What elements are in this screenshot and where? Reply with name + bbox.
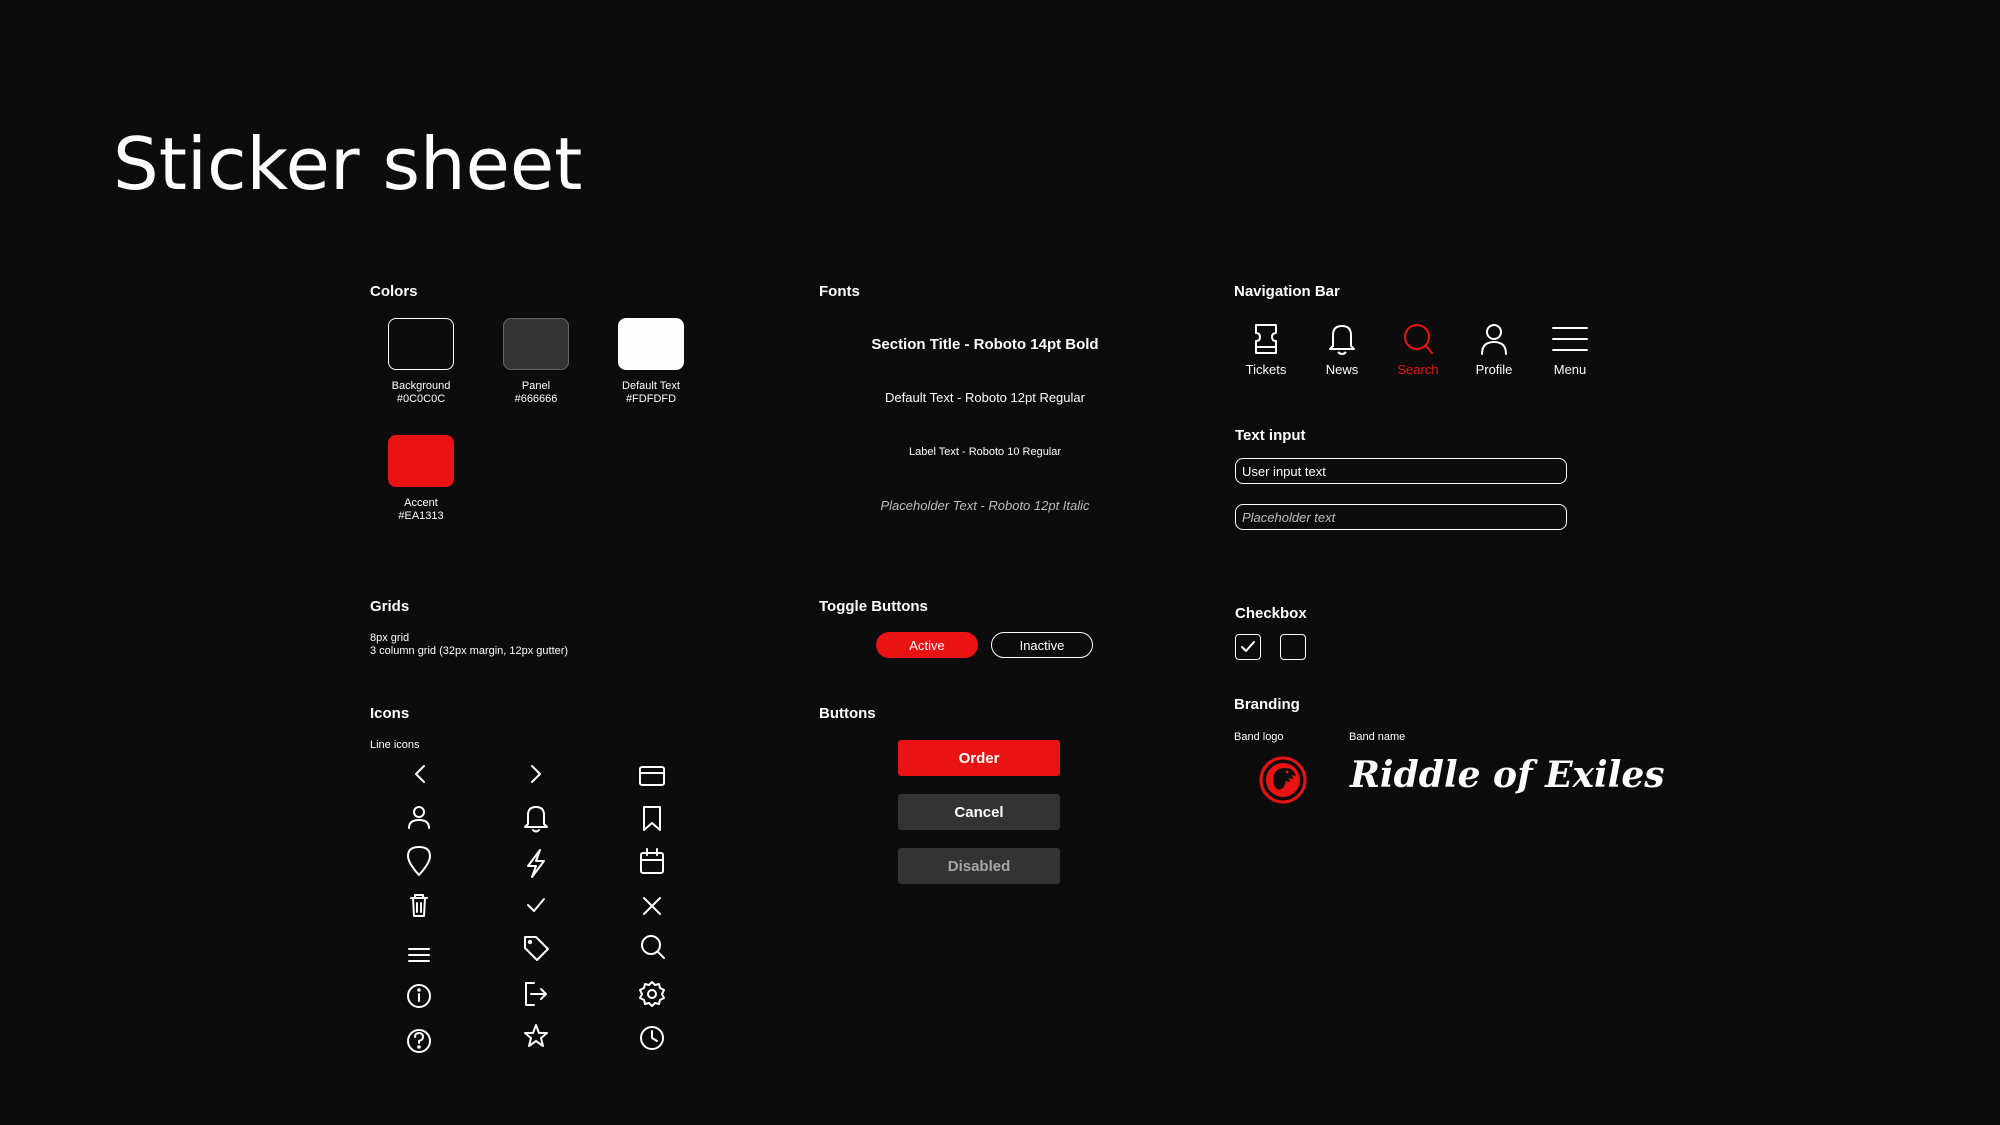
- branding-section-title: Branding: [1234, 696, 1300, 713]
- user-icon: [408, 806, 430, 829]
- cancel-button[interactable]: Cancel: [898, 794, 1060, 830]
- order-button[interactable]: Order: [898, 740, 1060, 776]
- band-name: Riddle of Exiles: [1350, 754, 1665, 796]
- bell-icon: [524, 806, 548, 833]
- search-icon: [641, 935, 665, 959]
- grids-section-title: Grids: [370, 598, 410, 615]
- nav-item-news[interactable]: News: [1310, 322, 1374, 377]
- nav-label-search: Search: [1397, 362, 1439, 377]
- text-input-placeholder[interactable]: [1235, 504, 1567, 530]
- swatch-panel: [503, 318, 569, 370]
- nav-item-tickets[interactable]: Tickets: [1234, 322, 1298, 377]
- disabled-button: Disabled: [898, 848, 1060, 884]
- checkbox-section-title: Checkbox: [1235, 605, 1307, 622]
- font-sample-section-title: Section Title - Roboto 14pt Bold: [871, 336, 1099, 353]
- colors-section-title: Colors: [370, 283, 418, 300]
- credit-card-icon: [639, 766, 665, 786]
- band-logo-label: Band logo: [1234, 731, 1284, 743]
- swatch-default-text: [618, 318, 684, 370]
- checkbox-unchecked[interactable]: [1280, 634, 1306, 660]
- band-logo: [1259, 756, 1307, 804]
- swatch-background-label: Background #0C0C0C: [391, 380, 451, 405]
- swatch-accent-label: Accent #EA1313: [398, 497, 444, 522]
- toggle-active[interactable]: Active: [876, 632, 978, 658]
- nav-item-menu[interactable]: Menu: [1538, 322, 1602, 377]
- toggle-buttons-section-title: Toggle Buttons: [819, 598, 928, 615]
- user-icon: [1481, 324, 1507, 355]
- bell-icon: [1329, 325, 1355, 355]
- font-sample-placeholder-text: Placeholder Text - Roboto 12pt Italic: [880, 498, 1090, 513]
- nav-item-profile[interactable]: Profile: [1462, 322, 1526, 377]
- buttons-section-title: Buttons: [819, 705, 876, 722]
- icon-grid: [407, 765, 665, 1053]
- swatch-panel-label: Panel #666666: [514, 380, 558, 405]
- info-icon: [407, 984, 431, 1008]
- search-icon: [1404, 324, 1433, 354]
- font-sample-default-text: Default Text - Roboto 12pt Regular: [885, 390, 1085, 405]
- chevron-left-icon: [415, 765, 425, 783]
- tag-icon: [524, 936, 549, 961]
- logout-icon: [525, 982, 547, 1006]
- band-name-label: Band name: [1349, 731, 1406, 743]
- ticket-icon: [1255, 324, 1277, 354]
- nav-label-news: News: [1325, 362, 1359, 377]
- grids-line-1: 8px grid: [370, 632, 410, 644]
- nav-item-search[interactable]: Search: [1386, 322, 1450, 377]
- help-icon: [407, 1029, 431, 1053]
- star-icon: [524, 1024, 548, 1047]
- swatch-default-text-label: Default Text #FDFDFD: [622, 380, 680, 405]
- fonts-section-title: Fonts: [819, 283, 860, 300]
- gear-icon: [639, 981, 665, 1007]
- font-sample-label-text: Label Text - Roboto 10 Regular: [908, 446, 1062, 458]
- check-icon: [1241, 641, 1255, 652]
- menu-icon: [408, 948, 430, 962]
- nav-bar-section-title: Navigation Bar: [1234, 283, 1340, 300]
- map-pin-icon: [407, 846, 431, 876]
- grids-line-2: 3 column grid (32px margin, 12px gutter): [370, 645, 569, 657]
- page-title: Sticker sheet: [113, 122, 583, 206]
- close-icon: [643, 897, 661, 915]
- trash-icon: [410, 894, 428, 917]
- check-icon: [527, 898, 545, 912]
- swatch-background: [388, 318, 454, 370]
- menu-icon: [1552, 327, 1588, 351]
- icons-section-title: Icons: [370, 705, 410, 722]
- bookmark-icon: [643, 806, 661, 831]
- text-input-filled[interactable]: [1235, 458, 1567, 484]
- chevron-right-icon: [531, 765, 541, 783]
- clock-icon: [640, 1026, 664, 1050]
- calendar-icon: [640, 848, 664, 874]
- swatch-accent: [388, 435, 454, 487]
- toggle-inactive[interactable]: Inactive: [991, 632, 1093, 658]
- lightning-icon: [527, 849, 545, 878]
- checkbox-checked[interactable]: [1235, 634, 1261, 660]
- nav-label-profile: Profile: [1475, 362, 1513, 377]
- text-input-section-title: Text input: [1235, 427, 1306, 444]
- nav-label-tickets: Tickets: [1245, 362, 1287, 377]
- nav-label-menu: Menu: [1553, 362, 1587, 377]
- nav-bar: Tickets News Search Profile Menu: [1234, 322, 1602, 377]
